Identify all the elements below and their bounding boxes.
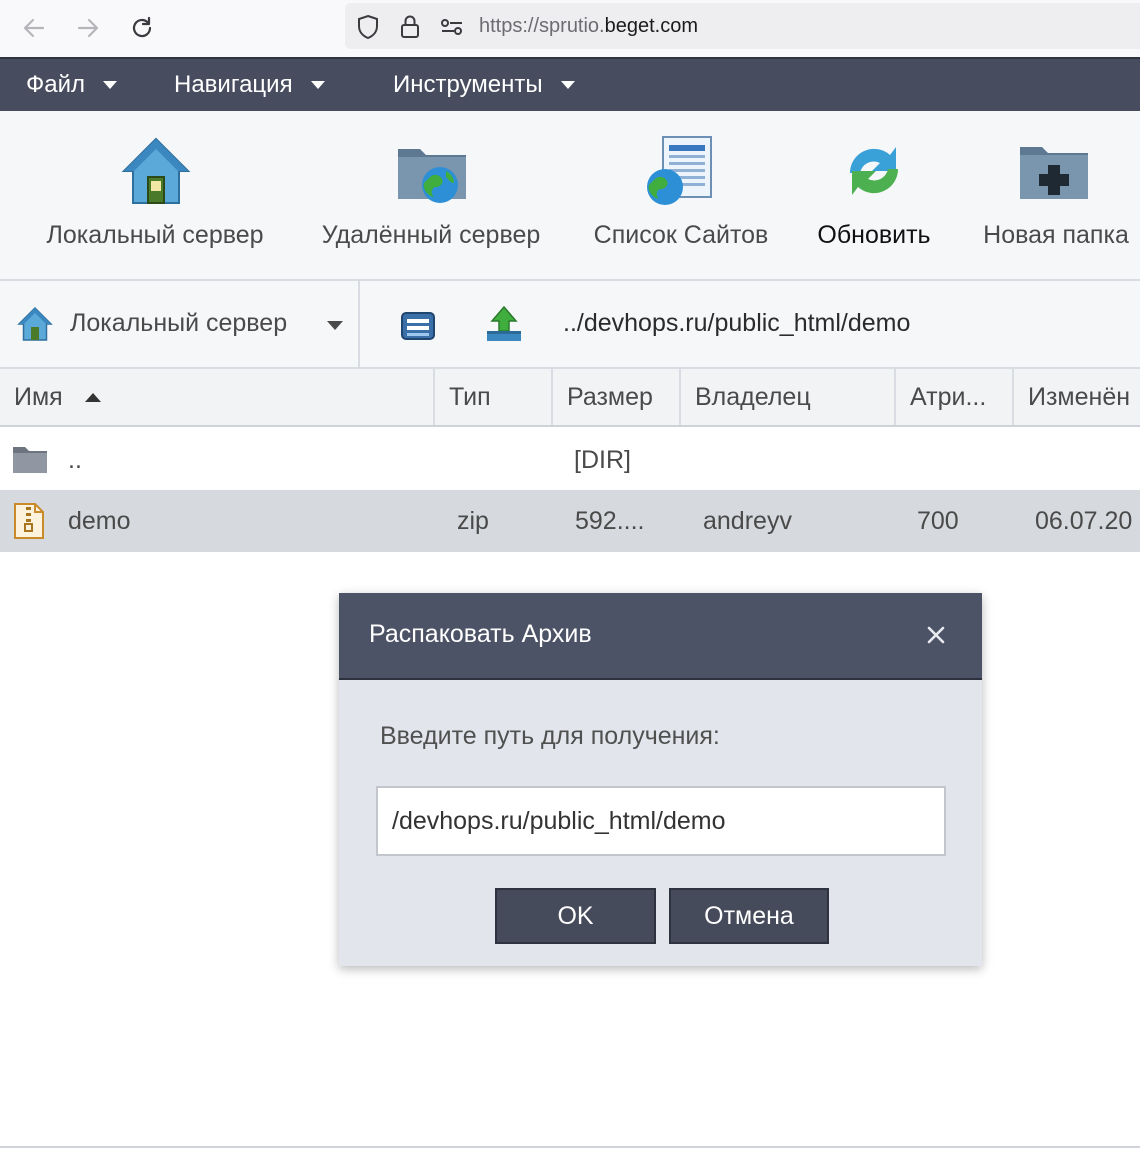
menu-bar: Файл Навигация Инструменты xyxy=(0,57,1140,111)
lock-icon[interactable] xyxy=(397,14,423,40)
row-size: [DIR] xyxy=(574,445,631,474)
column-type-label: Тип xyxy=(449,382,491,411)
caret-down-icon xyxy=(310,81,325,89)
new-folder-label: Новая папка xyxy=(983,221,1129,249)
site-list-label: Список Сайтов xyxy=(593,221,769,249)
dialog-title: Распаковать Архив xyxy=(369,620,592,648)
tracking-shield-icon[interactable] xyxy=(355,14,381,40)
row-modified: 06.07.20 xyxy=(1035,506,1133,535)
extract-archive-dialog: Распаковать Архив Введите путь для получ… xyxy=(339,593,982,966)
column-header-owner[interactable]: Владелец xyxy=(681,369,896,425)
site-list-button[interactable]: Список Сайтов xyxy=(585,111,777,279)
remote-server-button[interactable]: Удалённый сервер xyxy=(310,111,552,279)
caret-down-icon xyxy=(327,321,343,330)
home-icon xyxy=(118,133,194,209)
up-folder-icon[interactable] xyxy=(484,305,524,343)
home-icon xyxy=(16,305,54,343)
url-host: beget.com xyxy=(604,15,699,37)
column-name-label: Имя xyxy=(14,382,63,411)
current-path[interactable]: ../devhops.ru/public_html/demo xyxy=(563,309,910,338)
site-list-globe-icon xyxy=(643,133,719,209)
toolbar: Локальный сервер Удалённый сервер Список… xyxy=(0,111,1140,281)
menu-file[interactable]: Файл xyxy=(26,59,118,111)
column-size-label: Размер xyxy=(567,382,653,411)
forward-arrow-icon[interactable] xyxy=(70,10,106,46)
column-header-modified[interactable]: Изменён xyxy=(1014,369,1140,425)
new-folder-button[interactable]: Новая папка xyxy=(972,111,1140,279)
column-header-type[interactable]: Тип xyxy=(435,369,553,425)
row-name: demo xyxy=(68,506,131,535)
zip-file-icon xyxy=(13,503,45,539)
column-attributes-label: Атри... xyxy=(910,382,987,411)
browser-toolbar: https://sprutio.beget.com xyxy=(0,0,1140,57)
cancel-button[interactable]: Отмена xyxy=(669,888,829,944)
local-server-label: Локальный сервер xyxy=(46,221,264,249)
remote-server-label: Удалённый сервер xyxy=(321,221,541,249)
menu-file-label: Файл xyxy=(26,71,86,98)
url-prefix: https://sprutio. xyxy=(479,15,605,37)
address-bar[interactable]: https://sprutio.beget.com xyxy=(345,3,1140,49)
column-header-name[interactable]: Имя xyxy=(0,369,435,425)
back-arrow-icon[interactable] xyxy=(16,10,52,46)
column-header-size[interactable]: Размер xyxy=(553,369,681,425)
close-icon[interactable] xyxy=(922,621,950,649)
reload-icon[interactable] xyxy=(124,10,160,46)
row-size: 592.... xyxy=(575,506,645,535)
local-server-button[interactable]: Локальный сервер xyxy=(34,111,276,279)
row-attributes: 700 xyxy=(917,506,959,535)
menu-tools[interactable]: Инструменты xyxy=(393,59,575,111)
dialog-prompt: Введите путь для получения: xyxy=(380,722,720,750)
refresh-label: Обновить xyxy=(817,221,931,249)
ok-button[interactable]: OK xyxy=(495,888,656,944)
row-owner: andreyv xyxy=(703,506,792,535)
menu-tools-label: Инструменты xyxy=(393,71,543,98)
sort-ascending-icon xyxy=(84,392,101,402)
url-text[interactable]: https://sprutio.beget.com xyxy=(479,15,698,38)
dialog-header: Распаковать Архив xyxy=(339,593,982,680)
caret-down-icon xyxy=(103,81,118,89)
row-name: .. xyxy=(68,445,82,474)
server-select[interactable]: Локальный сервер xyxy=(0,281,360,367)
menu-navigation[interactable]: Навигация xyxy=(174,59,325,111)
caret-down-icon xyxy=(560,81,575,89)
refresh-icon xyxy=(836,133,912,209)
column-header-attributes[interactable]: Атри... xyxy=(896,369,1014,425)
column-modified-label: Изменён xyxy=(1028,382,1131,411)
drive-icon[interactable] xyxy=(399,307,437,343)
row-type: zip xyxy=(457,506,489,535)
server-select-label: Локальный сервер xyxy=(70,309,288,337)
divider xyxy=(0,1146,1140,1148)
menu-navigation-label: Навигация xyxy=(174,71,293,98)
remote-folder-globe-icon xyxy=(394,133,470,209)
permissions-icon[interactable] xyxy=(439,14,465,40)
folder-icon xyxy=(12,443,48,475)
table-row-parent[interactable]: .. [DIR] xyxy=(0,429,1140,491)
refresh-button[interactable]: Обновить xyxy=(806,111,942,279)
table-header: Имя Тип Размер Владелец Атри... Изменён xyxy=(0,369,1140,427)
column-owner-label: Владелец xyxy=(695,382,811,411)
extract-path-input[interactable] xyxy=(376,786,946,856)
path-bar: Локальный сервер ../devhops.ru/public_ht… xyxy=(0,281,1140,369)
new-folder-icon xyxy=(1016,133,1092,209)
table-row-selected[interactable]: demo zip 592.... andreyv 700 06.07.20 xyxy=(0,490,1140,552)
